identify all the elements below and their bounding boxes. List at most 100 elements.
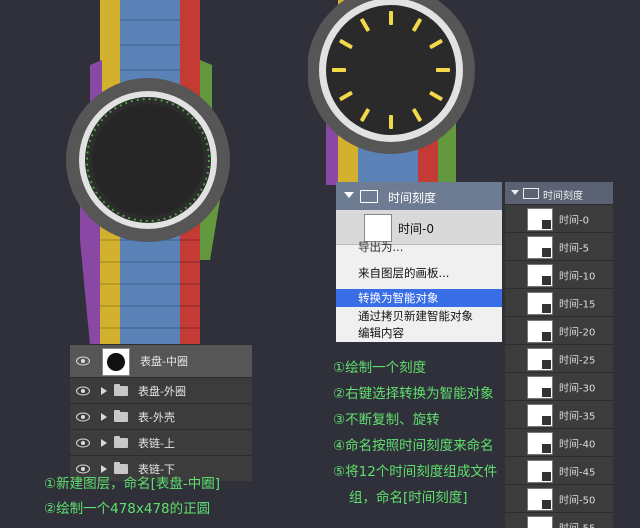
smart-object-icon <box>541 387 552 398</box>
note-line: ③不断复制、旋转 <box>333 412 440 428</box>
smart-object-thumbnail <box>527 432 553 455</box>
expand-arrow-icon[interactable] <box>101 386 107 395</box>
layer-name: 时间-0 <box>398 222 434 236</box>
menu-item-export[interactable]: 导出为... <box>358 239 403 255</box>
note-line: ④命名按照时间刻度来命名 <box>333 438 494 454</box>
folder-icon <box>360 190 378 203</box>
layer-name: 时间-45 <box>559 467 596 478</box>
hour-tick <box>389 11 393 25</box>
layer-name: 表-外壳 <box>138 410 175 424</box>
group-layer-row[interactable]: 时间-25 <box>505 344 613 372</box>
layer-name: 时间-10 <box>559 271 596 282</box>
smart-object-icon <box>541 359 552 370</box>
note-line: 组，命名[时间刻度] <box>349 490 468 506</box>
note-line: ②绘制一个478x478的正圆 <box>44 501 211 517</box>
layer-name: 表链-上 <box>138 436 175 450</box>
group-layer-row[interactable]: 时间-55 <box>505 512 613 528</box>
layer-name: 时间-35 <box>559 411 596 422</box>
note-line: ①新建图层，命名[表盘-中圈] <box>44 476 221 492</box>
context-menu: 导出为... 来自图层的画板... 转换为智能对象 通过拷贝新建智能对象 编辑内… <box>336 240 502 342</box>
context-menu-panel: 时间刻度 时间-0 导出为... 来自图层的画板... 转换为智能对象 通过拷贝… <box>336 182 502 342</box>
smart-object-thumbnail <box>527 348 553 371</box>
visibility-eye-icon[interactable] <box>76 345 92 377</box>
group-layer-row[interactable]: 时间-35 <box>505 400 613 428</box>
layer-row[interactable]: 表链-上 <box>70 429 252 455</box>
group-layer-row[interactable]: 时间-20 <box>505 316 613 344</box>
menu-item-new-smart-object-via-copy[interactable]: 通过拷贝新建智能对象 <box>358 308 473 324</box>
layer-name: 时间-25 <box>559 355 596 366</box>
smart-object-thumbnail <box>527 236 553 259</box>
group-name: 时间刻度 <box>543 191 583 202</box>
smart-object-thumbnail <box>527 208 553 231</box>
expand-icon <box>344 192 354 198</box>
layer-name: 时间-55 <box>559 519 595 528</box>
group-name: 时间刻度 <box>388 191 437 205</box>
group-layer-list: 时间刻度 时间-0 时间-5 时间-10 时间-15 时间-20 时间-25 时间-30 时间… <box>505 182 613 528</box>
layer-row[interactable]: 表-外壳 <box>70 403 252 429</box>
note-line: ②右键选择转换为智能对象 <box>333 386 494 402</box>
group-layer-row[interactable]: 时间-45 <box>505 456 613 484</box>
smart-object-thumbnail <box>527 460 553 483</box>
menu-item-convert-smart-object[interactable]: 转换为智能对象 <box>336 289 502 307</box>
layer-name: 表盘-外圈 <box>138 384 186 398</box>
layer-thumbnail <box>102 348 130 376</box>
smart-object-icon <box>541 443 552 454</box>
folder-icon <box>114 435 128 448</box>
hour-tick <box>332 68 346 72</box>
group-layer-row[interactable]: 时间-50 <box>505 484 613 512</box>
layer-name: 时间-0 <box>559 215 589 226</box>
folder-icon <box>523 188 539 199</box>
smart-object-thumbnail <box>527 292 553 315</box>
smart-object-icon <box>541 471 552 482</box>
smart-object-thumbnail <box>527 488 553 511</box>
smart-object-thumbnail <box>527 376 553 399</box>
group-layer-row[interactable]: 时间-30 <box>505 372 613 400</box>
hour-tick <box>436 68 450 72</box>
group-layer-row[interactable]: 时间-15 <box>505 288 613 316</box>
note-line: ①绘制一个刻度 <box>333 360 427 376</box>
layer-name: 表盘-中圈 <box>140 355 188 368</box>
layer-name: 时间-30 <box>559 383 596 394</box>
layer-name: 时间-50 <box>559 495 596 506</box>
smart-object-icon <box>541 499 552 510</box>
menu-item-edit-contents[interactable]: 编辑内容 <box>358 325 404 341</box>
group-layer-row[interactable]: 时间-5 <box>505 232 613 260</box>
smart-object-thumbnail <box>527 320 553 343</box>
smart-object-thumbnail <box>527 404 553 427</box>
smart-object-icon <box>541 331 552 342</box>
right-notes: ①绘制一个刻度 ②右键选择转换为智能对象 ③不断复制、旋转 ④命名按照时间刻度来… <box>333 355 497 511</box>
visibility-eye-icon[interactable] <box>76 378 92 403</box>
folder-icon <box>114 383 128 396</box>
smart-object-icon <box>541 275 552 286</box>
group-layer-row[interactable]: 时间-40 <box>505 428 613 456</box>
smart-object-icon <box>541 247 552 258</box>
visibility-eye-icon[interactable] <box>76 430 92 455</box>
smart-object-icon <box>541 219 552 230</box>
layer-row[interactable]: 表盘-外圈 <box>70 377 252 403</box>
layers-panel: 表盘-中圈 表盘-外圈 表-外壳 表链-上 表链-下 <box>70 344 252 481</box>
smart-object-thumbnail <box>527 264 553 287</box>
layer-name: 时间-40 <box>559 439 596 450</box>
folder-icon <box>114 409 128 422</box>
layer-name: 时间-20 <box>559 327 596 338</box>
hour-tick <box>389 115 393 129</box>
group-layer-row[interactable]: 时间-10 <box>505 260 613 288</box>
watch-illustration-left <box>66 0 230 345</box>
expand-arrow-icon[interactable] <box>101 412 107 421</box>
left-notes: ①新建图层，命名[表盘-中圈] ②绘制一个478x478的正圆 <box>44 472 220 522</box>
layer-name: 时间-15 <box>559 299 596 310</box>
group-layer-row[interactable]: 时间-0 <box>505 204 613 232</box>
layer-row[interactable]: 表盘-中圈 <box>70 344 252 377</box>
smart-object-icon <box>541 415 552 426</box>
visibility-eye-icon[interactable] <box>76 404 92 429</box>
smart-object-thumbnail <box>527 516 553 528</box>
expand-icon <box>511 190 519 195</box>
menu-item-artboard[interactable]: 来自图层的画板... <box>358 265 449 281</box>
group-header[interactable]: 时间刻度 <box>336 182 502 210</box>
watch-illustration-right <box>308 0 475 185</box>
smart-object-icon <box>541 303 552 314</box>
expand-arrow-icon[interactable] <box>101 438 107 447</box>
layer-name: 时间-5 <box>559 243 589 254</box>
group-header[interactable]: 时间刻度 <box>505 182 613 204</box>
note-line: ⑤将12个时间刻度组成文件 <box>333 464 498 480</box>
